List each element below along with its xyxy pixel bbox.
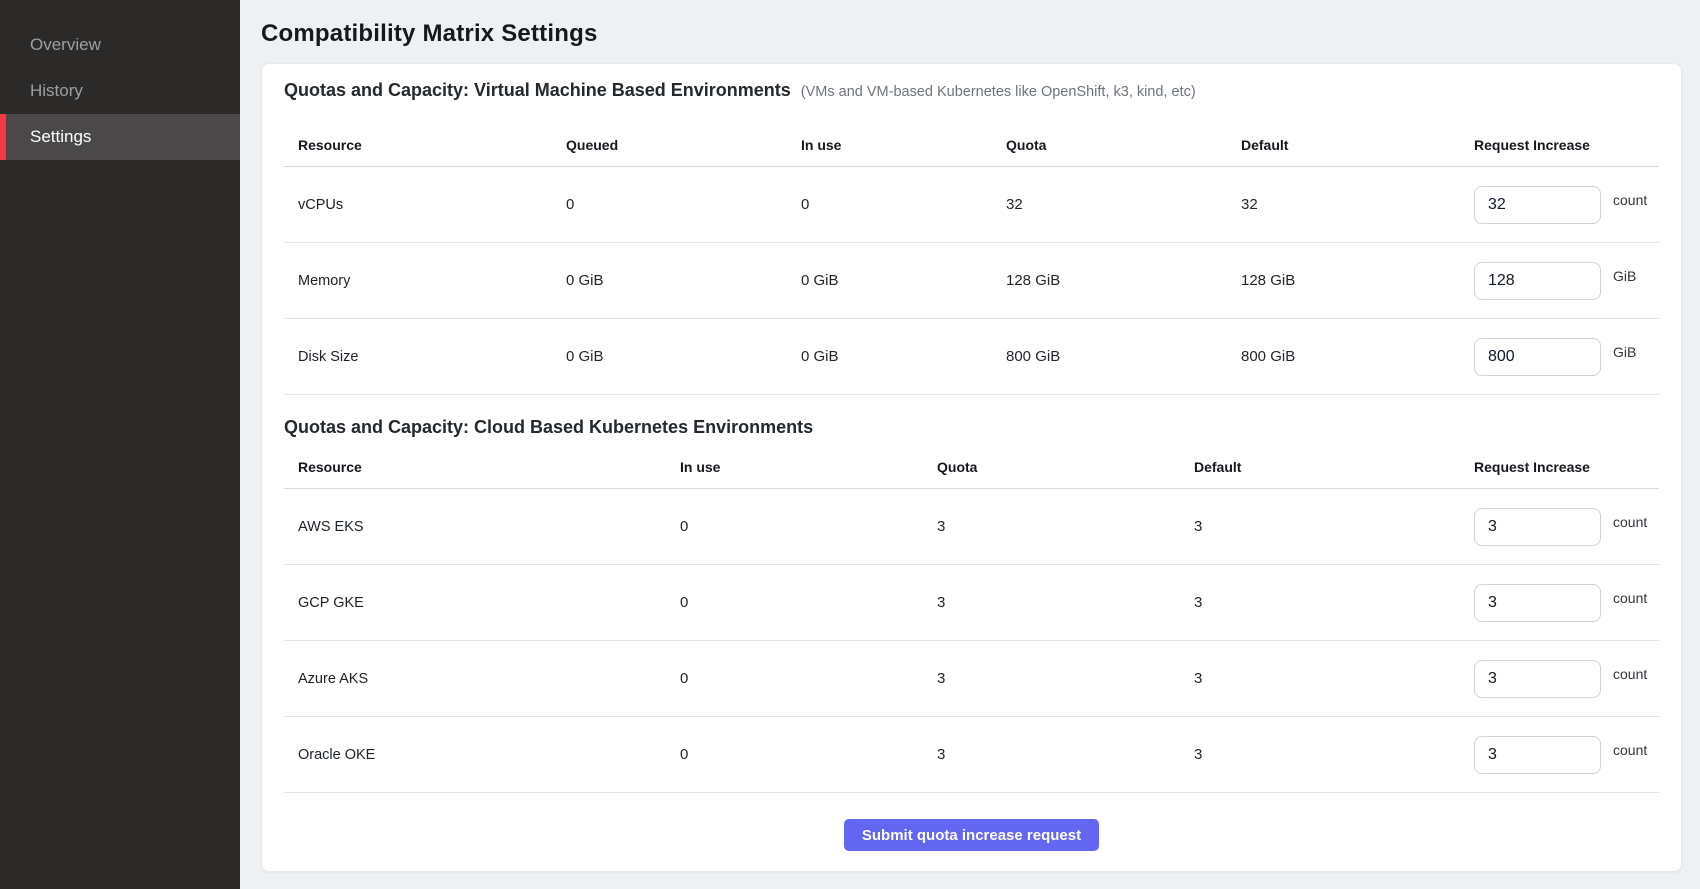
table-row-memory: Memory 0 GiB 0 GiB 128 GiB 128 GiB GiB (284, 243, 1659, 319)
in-use-value: 0 (680, 746, 937, 763)
table-row-azure-aks: Azure AKS 0 3 3 count (284, 641, 1659, 717)
sidebar-item-overview[interactable]: Overview (0, 22, 240, 68)
main-content: Compatibility Matrix Settings Quotas and… (240, 0, 1700, 889)
col-header-in-use: In use (801, 137, 1006, 153)
col-header-default: Default (1194, 459, 1474, 475)
default-value: 32 (1241, 196, 1474, 213)
quota-value: 3 (937, 518, 1194, 535)
default-value: 3 (1194, 518, 1474, 535)
col-header-request-increase: Request Increase (1474, 137, 1659, 153)
oracle-oke-request-increase-input[interactable] (1474, 736, 1601, 774)
unit-label: count (1613, 514, 1647, 530)
azure-aks-request-increase-input[interactable] (1474, 660, 1601, 698)
default-value: 800 GiB (1241, 348, 1474, 365)
disk-size-request-increase-input[interactable] (1474, 338, 1601, 376)
default-value: 3 (1194, 746, 1474, 763)
table-row-aws-eks: AWS EKS 0 3 3 count (284, 489, 1659, 565)
resource-name: AWS EKS (298, 519, 680, 535)
unit-label: GiB (1613, 344, 1636, 360)
vm-table-header: Resource Queued In use Quota Default Req… (284, 108, 1659, 167)
in-use-value: 0 (680, 518, 937, 535)
resource-name: vCPUs (298, 197, 566, 213)
col-header-quota: Quota (937, 459, 1194, 475)
resource-name: Oracle OKE (298, 747, 680, 763)
col-header-request-increase: Request Increase (1474, 459, 1659, 475)
queued-value: 0 GiB (566, 348, 801, 365)
submit-quota-increase-button[interactable]: Submit quota increase request (844, 819, 1099, 851)
sidebar-item-history[interactable]: History (0, 68, 240, 114)
vm-section-title: Quotas and Capacity: Virtual Machine Bas… (284, 80, 791, 101)
aws-eks-request-increase-input[interactable] (1474, 508, 1601, 546)
in-use-value: 0 GiB (801, 272, 1006, 289)
quota-value: 800 GiB (1006, 348, 1241, 365)
col-header-resource: Resource (298, 459, 680, 475)
quota-value: 32 (1006, 196, 1241, 213)
sidebar-item-settings[interactable]: Settings (0, 114, 240, 160)
vm-section-header: Quotas and Capacity: Virtual Machine Bas… (284, 64, 1659, 108)
in-use-value: 0 (680, 594, 937, 611)
vm-section-subtitle: (VMs and VM-based Kubernetes like OpenSh… (801, 84, 1196, 100)
k8s-section-header: Quotas and Capacity: Cloud Based Kuberne… (284, 395, 1659, 445)
gcp-gke-request-increase-input[interactable] (1474, 584, 1601, 622)
quota-settings-card: Quotas and Capacity: Virtual Machine Bas… (261, 63, 1682, 872)
k8s-table-header: Resource In use Quota Default Request In… (284, 445, 1659, 489)
memory-request-increase-input[interactable] (1474, 262, 1601, 300)
default-value: 3 (1194, 670, 1474, 687)
quota-value: 3 (937, 670, 1194, 687)
col-header-queued: Queued (566, 137, 801, 153)
unit-label: GiB (1613, 268, 1636, 284)
k8s-section-title: Quotas and Capacity: Cloud Based Kuberne… (284, 417, 813, 438)
quota-value: 3 (937, 594, 1194, 611)
sidebar: Overview History Settings (0, 0, 240, 889)
unit-label: count (1613, 742, 1647, 758)
in-use-value: 0 (801, 196, 1006, 213)
vcpus-request-increase-input[interactable] (1474, 186, 1601, 224)
col-header-resource: Resource (298, 137, 566, 153)
table-row-vcpus: vCPUs 0 0 32 32 count (284, 167, 1659, 243)
table-row-oracle-oke: Oracle OKE 0 3 3 count (284, 717, 1659, 793)
unit-label: count (1613, 590, 1647, 606)
quota-value: 3 (937, 746, 1194, 763)
quota-value: 128 GiB (1006, 272, 1241, 289)
unit-label: count (1613, 666, 1647, 682)
submit-button-row: Submit quota increase request (284, 819, 1659, 851)
resource-name: Azure AKS (298, 671, 680, 687)
col-header-default: Default (1241, 137, 1474, 153)
queued-value: 0 (566, 196, 801, 213)
unit-label: count (1613, 192, 1647, 208)
table-row-gcp-gke: GCP GKE 0 3 3 count (284, 565, 1659, 641)
in-use-value: 0 (680, 670, 937, 687)
queued-value: 0 GiB (566, 272, 801, 289)
col-header-in-use: In use (680, 459, 937, 475)
default-value: 3 (1194, 594, 1474, 611)
table-row-disk-size: Disk Size 0 GiB 0 GiB 800 GiB 800 GiB Gi… (284, 319, 1659, 395)
resource-name: Memory (298, 273, 566, 289)
resource-name: GCP GKE (298, 595, 680, 611)
default-value: 128 GiB (1241, 272, 1474, 289)
col-header-quota: Quota (1006, 137, 1241, 153)
in-use-value: 0 GiB (801, 348, 1006, 365)
page-title: Compatibility Matrix Settings (261, 20, 1682, 48)
resource-name: Disk Size (298, 349, 566, 365)
